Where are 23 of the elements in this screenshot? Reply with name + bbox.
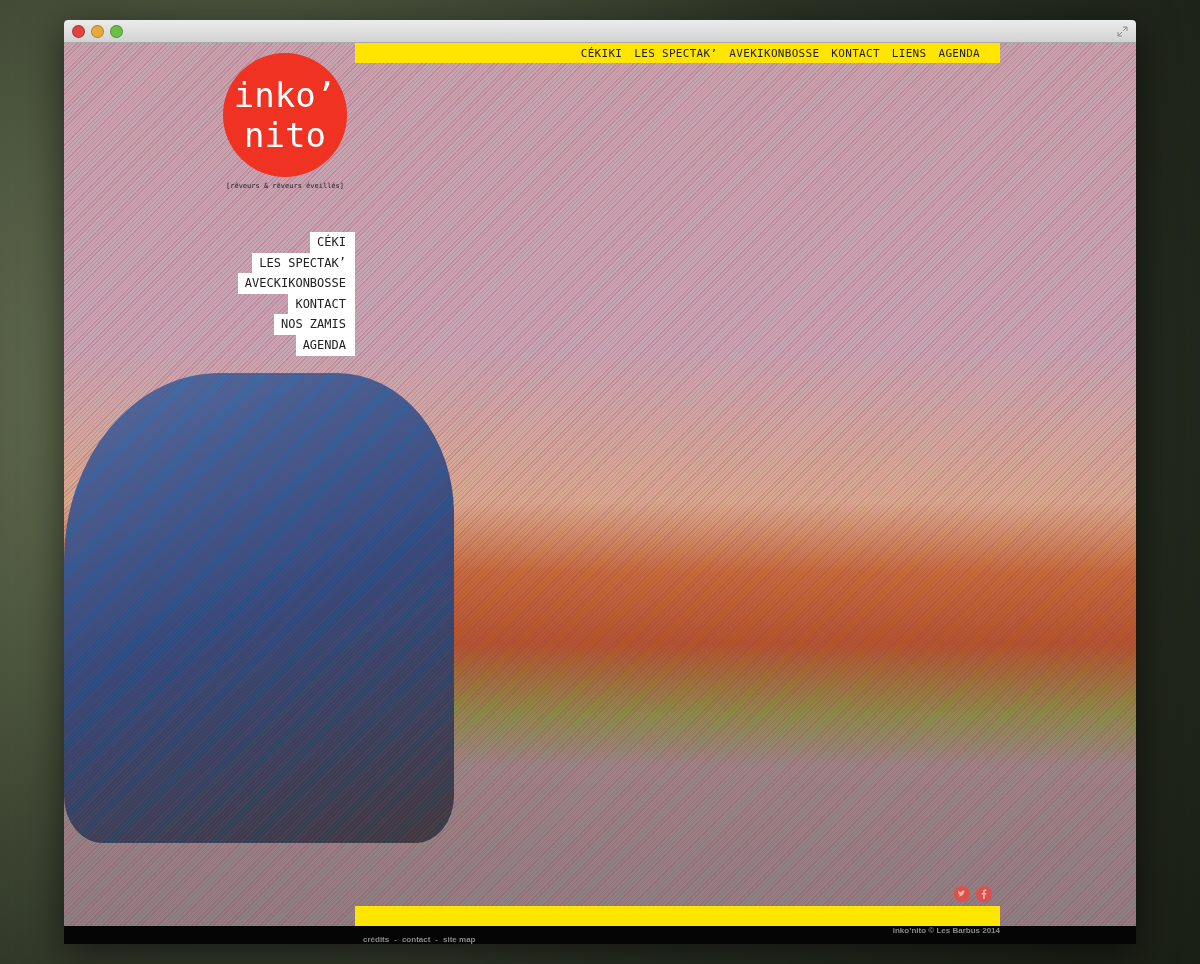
facebook-icon[interactable] bbox=[976, 886, 992, 902]
twitter-icon[interactable] bbox=[954, 886, 970, 902]
nav-link[interactable]: LES SPECTAK’ bbox=[634, 46, 718, 60]
nav-link[interactable]: KONTACT bbox=[831, 46, 880, 60]
side-nav-link[interactable]: NOS ZAMIS bbox=[273, 314, 355, 335]
nav-link[interactable]: CÉKIKI bbox=[580, 46, 623, 60]
footer-link[interactable]: contact bbox=[401, 935, 431, 944]
close-button[interactable] bbox=[72, 24, 85, 38]
side-nav-link[interactable]: LES SPECTAK’ bbox=[252, 252, 355, 274]
separator: - bbox=[435, 935, 439, 944]
side-nav-link[interactable]: CÉKI bbox=[310, 232, 355, 253]
side-nav-link[interactable]: KONTACT bbox=[288, 293, 355, 315]
copyright: inko’nito © Les Barbus 2014 bbox=[892, 926, 1000, 935]
nav-link[interactable]: LIENS bbox=[891, 46, 927, 60]
footer-link[interactable]: crédits bbox=[363, 935, 390, 944]
separator: - bbox=[394, 935, 397, 944]
footer-link[interactable]: site map bbox=[443, 935, 476, 944]
minimize-button[interactable] bbox=[91, 24, 104, 38]
nav-link[interactable]: AGENDA bbox=[938, 46, 980, 60]
zoom-button[interactable] bbox=[110, 24, 123, 38]
nav-link[interactable]: AVEKIKONBOSSE bbox=[729, 46, 820, 60]
fullscreen-icon[interactable] bbox=[1117, 25, 1128, 37]
side-nav-link[interactable]: AVECKIKONBOSSE bbox=[237, 273, 355, 294]
